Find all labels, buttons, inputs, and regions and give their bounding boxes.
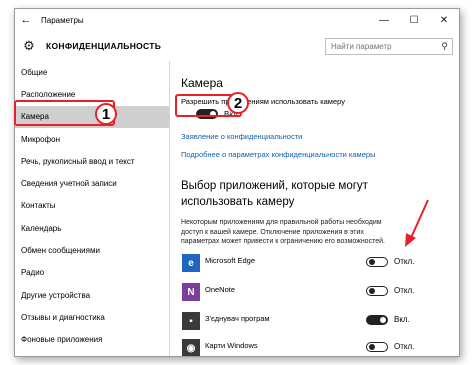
sidebar-item-speech[interactable]: Речь, рукописный ввод и текст — [15, 150, 169, 172]
sidebar-item-feedback[interactable]: Отзывы и диагностика — [15, 306, 169, 328]
sidebar-item-other-devices[interactable]: Другие устройства — [15, 284, 169, 306]
connector-icon: ▪ — [182, 312, 200, 330]
onenote-camera-toggle[interactable] — [366, 286, 388, 296]
sidebar-item-contacts[interactable]: Контакты — [15, 195, 169, 217]
app-name: OneNote — [205, 285, 236, 294]
sidebar-item-radios[interactable]: Радио — [15, 262, 169, 284]
maps-icon: ◉ — [182, 339, 200, 356]
app-name: З'єднувач програм — [205, 314, 270, 323]
app-name: Карти Windows — [205, 341, 258, 350]
annotation-marker-2: 2 — [227, 92, 249, 114]
app-row-maps: ◉ Карти Windows Откл. — [181, 337, 451, 356]
window-title: Параметры — [41, 15, 84, 25]
sidebar-item-background-apps[interactable]: Фоновые приложения — [15, 329, 169, 351]
sidebar-item-calendar[interactable]: Календарь — [15, 217, 169, 239]
annotation-marker-1: 1 — [95, 103, 117, 125]
title-bar: ← Параметры — ☐ ✕ — [15, 9, 459, 31]
app-name: Microsoft Edge — [205, 256, 256, 265]
app-toggle-state: Вкл. — [394, 315, 410, 324]
search-input[interactable] — [331, 41, 431, 51]
edge-icon: e — [182, 254, 200, 272]
app-row-edge: e Microsoft Edge Откл. — [181, 252, 451, 276]
close-button[interactable]: ✕ — [429, 9, 459, 31]
sidebar-item-general[interactable]: Общие — [15, 61, 169, 83]
app-toggle-state: Откл. — [394, 342, 415, 351]
section-header: ⚙ КОНФИДЕНЦИАЛЬНОСТЬ ⚲ — [15, 31, 459, 61]
page-title: Камера — [181, 76, 223, 90]
maps-camera-toggle[interactable] — [366, 342, 388, 352]
app-row-connector: ▪ З'єднувач програм Вкл. — [181, 310, 451, 334]
maximize-button[interactable]: ☐ — [399, 9, 429, 31]
connector-camera-toggle[interactable] — [366, 315, 388, 325]
back-arrow-icon[interactable]: ← — [15, 9, 37, 31]
camera-privacy-info-link[interactable]: Подробнее о параметрах конфиденциальност… — [181, 150, 375, 159]
choose-apps-description: Некоторым приложениям для правильной раб… — [181, 219, 385, 245]
edge-camera-toggle[interactable] — [366, 257, 388, 267]
search-icon[interactable]: ⚲ — [441, 41, 448, 52]
sidebar-item-messaging[interactable]: Обмен сообщениями — [15, 239, 169, 261]
settings-window: ← Параметры — ☐ ✕ ⚙ КОНФИДЕНЦИАЛЬНОСТЬ ⚲… — [14, 8, 460, 357]
gear-icon: ⚙ — [23, 38, 35, 53]
app-toggle-state: Откл. — [394, 257, 415, 266]
privacy-statement-link[interactable]: Заявление о конфиденциальности — [181, 132, 302, 141]
sidebar-item-microphone[interactable]: Микрофон — [15, 128, 169, 150]
sidebar-item-account-info[interactable]: Сведения учетной записи — [15, 172, 169, 194]
window-controls: — ☐ ✕ — [369, 9, 459, 31]
search-box[interactable]: ⚲ — [325, 37, 453, 55]
app-row-onenote: N OneNote Откл. — [181, 281, 451, 305]
section-title: КОНФИДЕНЦИАЛЬНОСТЬ — [46, 41, 162, 51]
choose-apps-heading: Выбор приложений, которые могут использо… — [181, 180, 368, 208]
onenote-icon: N — [182, 283, 200, 301]
minimize-button[interactable]: — — [369, 9, 399, 31]
app-toggle-state: Откл. — [394, 286, 415, 295]
